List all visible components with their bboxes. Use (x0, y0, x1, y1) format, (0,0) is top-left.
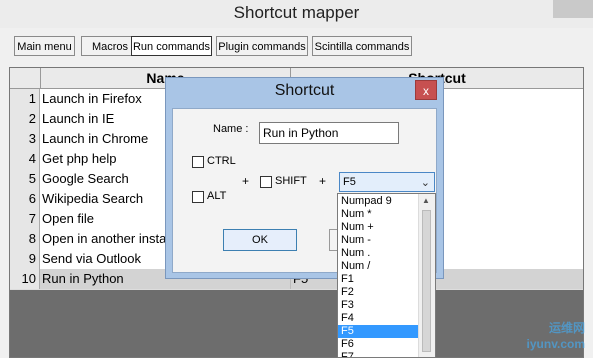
watermark-line1: 运维网 (548, 321, 585, 335)
ok-button[interactable]: OK (223, 229, 297, 251)
key-dropdown-list[interactable]: Numpad 9 Num * Num + Num - Num . Num / F… (337, 193, 436, 358)
dialog-close-button[interactable]: x (415, 80, 437, 100)
window-close-button[interactable] (553, 0, 593, 18)
alt-checkbox[interactable] (192, 191, 204, 203)
tab-scintilla-commands[interactable]: Scintilla commands (312, 36, 412, 56)
name-label: Name : (213, 123, 249, 135)
key-select[interactable]: F5 ⌄ (339, 172, 435, 192)
dropdown-option-selected[interactable]: F5 (338, 325, 418, 338)
plus-sign: + (319, 174, 327, 188)
window-titlebar: Shortcut mapper (0, 0, 593, 28)
dropdown-option[interactable]: Num / (338, 260, 418, 273)
tab-plugin-commands[interactable]: Plugin commands (216, 36, 308, 56)
dropdown-option[interactable]: F2 (338, 286, 418, 299)
tab-main-menu[interactable]: Main menu (14, 36, 75, 56)
dropdown-option[interactable]: F6 (338, 338, 418, 351)
window-title: Shortcut mapper (233, 3, 360, 22)
plus-sign: + (242, 174, 250, 188)
shift-label: SHIFT (275, 175, 307, 187)
watermark-line2: iyunv.com (526, 337, 585, 351)
dropdown-option[interactable]: F3 (338, 299, 418, 312)
dropdown-option[interactable]: F7 (338, 351, 418, 357)
scrollbar-thumb[interactable] (422, 210, 431, 352)
key-select-value: F5 (343, 176, 356, 188)
name-field[interactable]: Run in Python (259, 122, 399, 144)
watermark: 运维网 iyunv.com (527, 320, 585, 352)
shift-checkbox[interactable] (260, 176, 272, 188)
dropdown-option[interactable]: Num + (338, 221, 418, 234)
dropdown-option[interactable]: F4 (338, 312, 418, 325)
dropdown-option[interactable]: F1 (338, 273, 418, 286)
alt-label: ALT (207, 190, 227, 202)
chevron-down-icon: ⌄ (420, 177, 430, 189)
ctrl-label: CTRL (207, 155, 236, 167)
dialog-title: Shortcut (274, 82, 335, 99)
scroll-up-arrow-icon[interactable]: ▲ (422, 196, 430, 205)
ctrl-checkbox[interactable] (192, 156, 204, 168)
dropdown-option[interactable]: Numpad 9 (338, 195, 418, 208)
tab-run-commands[interactable]: Run commands (131, 36, 212, 56)
dropdown-option[interactable]: Num - (338, 234, 418, 247)
grid-header-index (10, 68, 41, 88)
dropdown-scrollbar[interactable]: ▲ (418, 194, 435, 357)
dropdown-option[interactable]: Num . (338, 247, 418, 260)
dropdown-option[interactable]: Num * (338, 208, 418, 221)
